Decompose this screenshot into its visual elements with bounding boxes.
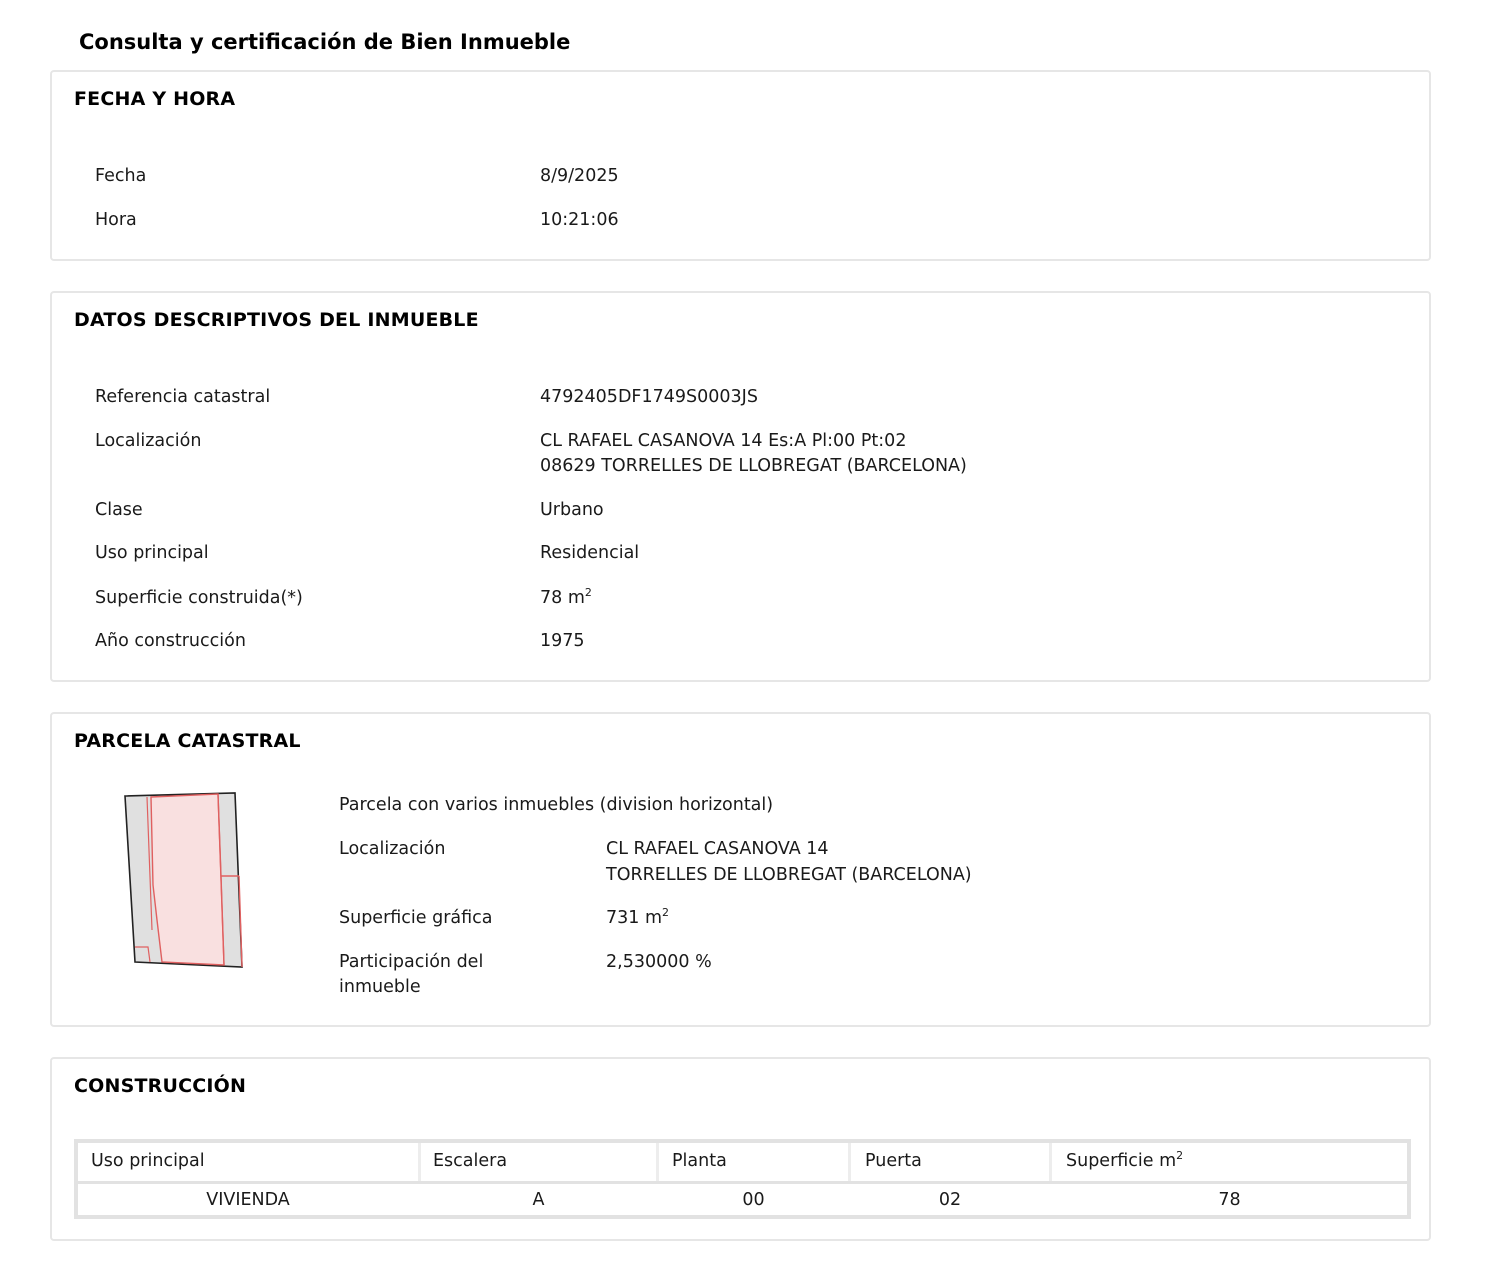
hora-value: 10:21:06: [540, 210, 619, 230]
parcela-description: Parcela con varios inmuebles (division h…: [339, 795, 774, 815]
localizacion-line1: CL RAFAEL CASANOVA 14 Es:A Pl:00 Pt:02: [540, 431, 907, 451]
fecha-label: Fecha: [95, 166, 147, 186]
hora-label: Hora: [95, 210, 137, 230]
header-superficie-sup: 2: [1176, 1149, 1184, 1162]
table-header-row: Uso principal Escalera Planta Puerta Sup…: [78, 1143, 1407, 1184]
section-datos-descriptivos: DATOS DESCRIPTIVOS DEL INMUEBLE Referenc…: [50, 291, 1431, 682]
cell-escalera: A: [532, 1190, 545, 1210]
clase-label: Clase: [95, 500, 143, 520]
section-parcela-catastral: PARCELA CATASTRAL Parcela con varios inm…: [50, 712, 1431, 1027]
cell-planta: 00: [742, 1190, 765, 1210]
table-row: VIVIENDA A 00 02 78: [78, 1184, 1407, 1216]
construction-table: Uso principal Escalera Planta Puerta Sup…: [74, 1139, 1411, 1219]
anio-label: Año construcción: [95, 631, 246, 651]
section-construccion: CONSTRUCCIÓN Uso principal Escalera Plan…: [50, 1057, 1431, 1241]
fecha-value: 8/9/2025: [540, 166, 619, 186]
referencia-label: Referencia catastral: [95, 387, 271, 407]
section-heading: FECHA Y HORA: [74, 88, 236, 110]
localizacion-line2: 08629 TORRELLES DE LLOBREGAT (BARCELONA): [540, 456, 967, 476]
parcela-localizacion-line2: TORRELLES DE LLOBREGAT (BARCELONA): [606, 865, 972, 885]
parcel-map: [124, 792, 243, 968]
parcela-superficie-value: 731 m2: [606, 906, 669, 931]
section-heading: PARCELA CATASTRAL: [74, 730, 301, 752]
superficie-label: Superficie construida(*): [95, 588, 303, 608]
section-heading: DATOS DESCRIPTIVOS DEL INMUEBLE: [74, 309, 479, 331]
header-uso-principal: Uso principal: [91, 1151, 205, 1171]
anio-value: 1975: [540, 631, 585, 651]
parcel-unit: [150, 793, 225, 966]
cell-uso-principal: VIVIENDA: [206, 1190, 290, 1210]
cell-puerta: 02: [938, 1190, 962, 1210]
superficie-sup: 2: [584, 586, 592, 599]
superficie-value: 78 m2: [540, 586, 592, 611]
parcela-superficie-number: 731 m: [606, 908, 663, 928]
uso-label: Uso principal: [95, 543, 209, 563]
participacion-label-1: Participación del: [339, 952, 484, 972]
participacion-value: 2,530000 %: [606, 952, 712, 972]
superficie-number: 78 m: [540, 588, 585, 608]
page-title: Consulta y certificación de Bien Inmuebl…: [79, 30, 571, 54]
header-superficie: Superficie m2: [1066, 1143, 1183, 1179]
header-superficie-text: Superficie m: [1066, 1151, 1177, 1171]
header-planta: Planta: [672, 1151, 727, 1171]
uso-value: Residencial: [540, 543, 640, 563]
header-escalera: Escalera: [433, 1151, 508, 1171]
header-puerta: Puerta: [865, 1151, 922, 1171]
parcela-localizacion-label: Localización: [339, 839, 446, 859]
referencia-value: 4792405DF1749S0003JS: [540, 387, 758, 407]
section-heading: CONSTRUCCIÓN: [74, 1075, 247, 1097]
parcela-localizacion-line1: CL RAFAEL CASANOVA 14: [606, 839, 829, 859]
localizacion-label: Localización: [95, 431, 202, 451]
parcela-superficie-sup: 2: [662, 906, 670, 919]
clase-value: Urbano: [540, 500, 604, 520]
section-fecha-hora: FECHA Y HORA Fecha 8/9/2025 Hora 10:21:0…: [50, 70, 1431, 261]
cell-superficie: 78: [1218, 1190, 1241, 1210]
parcela-superficie-label: Superficie gráfica: [339, 908, 493, 928]
participacion-label-2: inmueble: [339, 977, 421, 997]
